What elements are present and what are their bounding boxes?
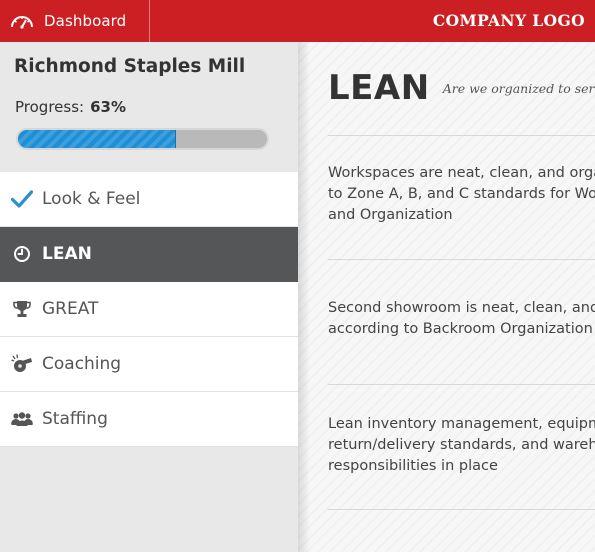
- clock-icon: [11, 243, 33, 265]
- site-name: Richmond Staples Mill: [14, 56, 246, 77]
- main-content: LEAN Are we organized to serve our Works…: [298, 42, 595, 552]
- sidebar-item-look-and-feel[interactable]: Look & Feel: [0, 172, 298, 227]
- group-icon: [11, 408, 33, 430]
- progress-value: 63%: [90, 98, 126, 116]
- sidebar-item-label: Staffing: [42, 409, 108, 429]
- dashboard-label: Dashboard: [44, 12, 127, 30]
- panel-shadow: [298, 42, 310, 552]
- statement-item[interactable]: Lean inventory management, equipme retur…: [328, 414, 595, 477]
- divider: [328, 259, 595, 260]
- divider: [328, 509, 595, 510]
- statement-item[interactable]: Workspaces are neat, clean, and organ to…: [328, 163, 595, 226]
- company-logo[interactable]: COMPANY LOGO: [433, 0, 585, 42]
- sidebar: Richmond Staples Mill Progress: 63% Look …: [0, 42, 316, 552]
- section-subtitle: Are we organized to serve our: [442, 80, 595, 96]
- section-header: LEAN Are we organized to serve our: [328, 68, 595, 108]
- sidebar-item-label: GREAT: [42, 299, 99, 319]
- sidebar-item-label: Look & Feel: [42, 189, 141, 209]
- whistle-icon: [11, 353, 33, 375]
- trophy-icon: [11, 298, 33, 320]
- sidebar-item-staffing[interactable]: Staffing: [0, 392, 298, 447]
- checkmark-icon: [11, 188, 33, 210]
- statement-item[interactable]: Second showroom is neat, clean, and o ac…: [328, 298, 595, 340]
- progress-bar: [16, 128, 269, 150]
- section-title: LEAN: [328, 68, 430, 108]
- sidebar-nav: Look & Feel LEAN GREAT Coaching Staffing: [0, 172, 316, 447]
- sidebar-item-great[interactable]: GREAT: [0, 282, 298, 337]
- speedometer-icon: [11, 16, 33, 29]
- progress-bar-fill: [18, 130, 176, 148]
- top-bar: Dashboard COMPANY LOGO: [0, 0, 595, 42]
- sidebar-item-coaching[interactable]: Coaching: [0, 337, 298, 392]
- progress-label: Progress: 63%: [15, 98, 126, 116]
- sidebar-item-label: LEAN: [42, 244, 92, 264]
- sidebar-item-lean[interactable]: LEAN: [0, 227, 316, 283]
- dashboard-button[interactable]: Dashboard: [0, 0, 150, 42]
- divider: [328, 135, 595, 136]
- progress-label-text: Progress:: [15, 98, 85, 116]
- sidebar-item-label: Coaching: [42, 354, 122, 374]
- divider: [328, 384, 595, 385]
